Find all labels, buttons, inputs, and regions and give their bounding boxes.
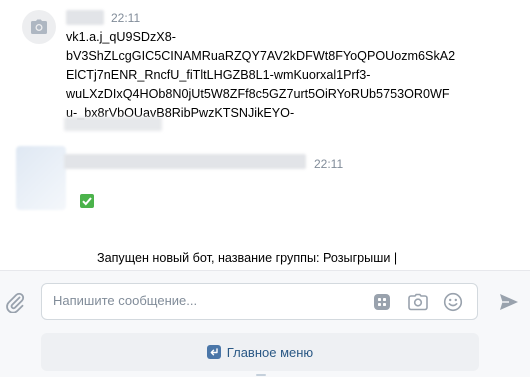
return-icon — [206, 345, 221, 359]
message-input[interactable] — [53, 293, 353, 308]
camera-button[interactable] — [406, 290, 430, 314]
emoji-button[interactable] — [441, 290, 465, 314]
keyboard-handle[interactable] — [256, 374, 266, 376]
camera-icon — [408, 293, 428, 311]
main-menu-button[interactable]: Главное меню — [41, 333, 479, 371]
sender-name-redacted[interactable] — [66, 10, 104, 25]
sender-avatar-redacted[interactable] — [16, 146, 66, 210]
paperclip-icon — [6, 292, 25, 313]
main-menu-label: Главное меню — [226, 344, 314, 360]
send-button[interactable] — [496, 289, 522, 315]
message-text: vk1.a.j_qU9SDzX8- bV3ShZLcgGIC5CINAMRuaR… — [66, 30, 456, 120]
sender-name-redacted[interactable] — [64, 154, 306, 169]
message-time[interactable]: 22:11 — [314, 157, 343, 171]
message-text-redacted — [64, 117, 162, 131]
message-1: 22:11 vk1.a.j_qU9SDzX8- bV3ShZLcgGIC5CIN… — [0, 0, 530, 140]
message-time[interactable]: 22:11 — [111, 11, 140, 25]
attach-button[interactable] — [3, 290, 27, 314]
bot-keyboard-icon — [374, 294, 390, 310]
smile-icon — [443, 292, 463, 312]
send-icon — [500, 294, 518, 310]
message-2: 22:11 Запущен новый бот, название группы… — [0, 140, 530, 284]
check-mark-icon — [80, 194, 94, 208]
sender-avatar-camera[interactable] — [22, 10, 56, 44]
message-input-box[interactable] — [41, 283, 478, 320]
bot-keyboard-button[interactable] — [370, 290, 394, 314]
camera-icon — [31, 19, 47, 34]
